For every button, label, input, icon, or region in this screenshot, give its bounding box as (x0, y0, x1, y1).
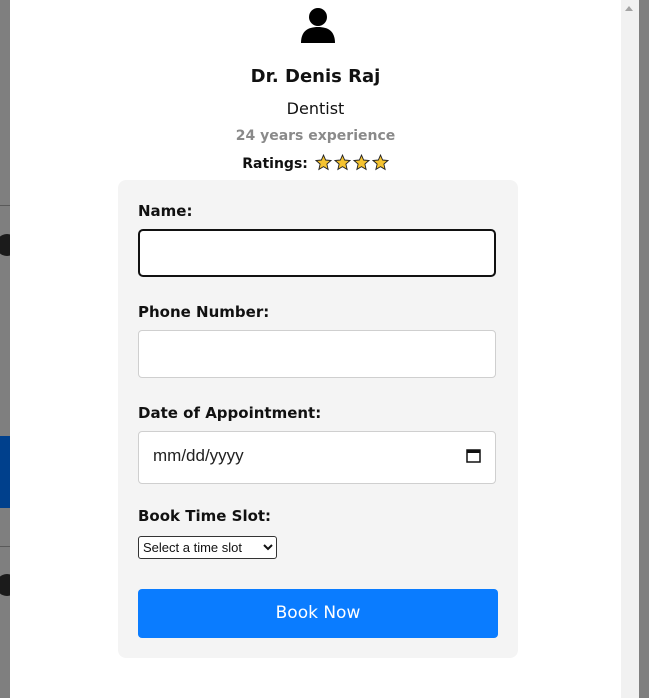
time-slot-select[interactable]: Select a time slot (138, 536, 277, 559)
date-input[interactable]: mm/dd/yyyy (138, 431, 496, 484)
phone-label: Phone Number: (138, 303, 270, 321)
book-now-button[interactable]: Book Now (138, 589, 498, 638)
star-icon (333, 154, 351, 171)
doctor-ratings: Ratings: (10, 154, 621, 172)
date-label: Date of Appointment: (138, 404, 322, 422)
star-icon (352, 154, 370, 171)
background-strip (639, 0, 649, 698)
doctor-specialty: Dentist (286, 99, 345, 118)
chevron-down-icon (263, 544, 273, 551)
person-icon (301, 8, 335, 43)
time-slot-selected: Select a time slot (143, 540, 242, 555)
star-icon (371, 154, 389, 171)
slot-label: Book Time Slot: (138, 507, 272, 525)
doctor-name: Dr. Denis Raj (250, 66, 381, 87)
doctor-experience: 24 years experience (235, 128, 396, 144)
bg-divider (0, 546, 10, 547)
rating-stars (313, 154, 389, 172)
bg-book-button (0, 436, 10, 508)
scroll-up-arrow-icon[interactable] (625, 6, 633, 11)
name-input[interactable] (138, 229, 496, 277)
star-icon (314, 154, 332, 171)
calendar-icon[interactable] (466, 448, 481, 463)
scroll-thumb[interactable] (623, 18, 637, 694)
booking-form: Name: Phone Number: Date of Appointment:… (118, 180, 518, 658)
ratings-label: Ratings: (242, 156, 308, 172)
date-placeholder: mm/dd/yyyy (153, 446, 244, 465)
modal-scrollbar[interactable] (621, 0, 639, 698)
phone-input[interactable] (138, 330, 496, 378)
name-label: Name: (138, 202, 193, 220)
bg-divider (0, 205, 10, 206)
